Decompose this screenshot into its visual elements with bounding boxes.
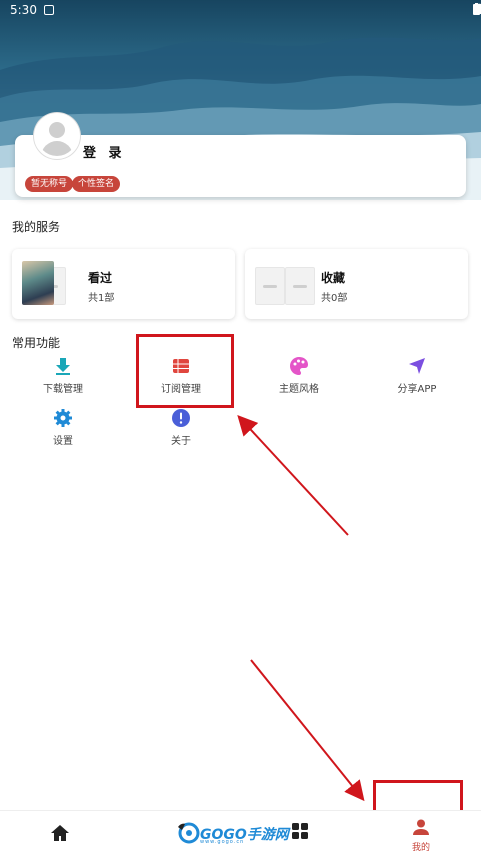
- home-icon: [51, 825, 69, 841]
- nav-mine[interactable]: 我的: [391, 811, 451, 856]
- app-root: 5:30 登 录 暂无称号 个性签名 我的服务 看过 共1部 收藏 共0部 常用…: [0, 0, 481, 856]
- annotation-arrows: [237, 415, 365, 802]
- watermark: GOGO手游网 www.gogo.cn: [178, 822, 308, 846]
- user-icon: [413, 819, 429, 835]
- gogo-logo-icon: [178, 822, 200, 844]
- arrow-to-subscription: [237, 415, 349, 536]
- nav-mine-label: 我的: [411, 843, 430, 853]
- nav-home[interactable]: [30, 811, 90, 856]
- arrow-to-mine-tab: [250, 659, 365, 802]
- watermark-url: www.gogo.cn: [200, 839, 245, 845]
